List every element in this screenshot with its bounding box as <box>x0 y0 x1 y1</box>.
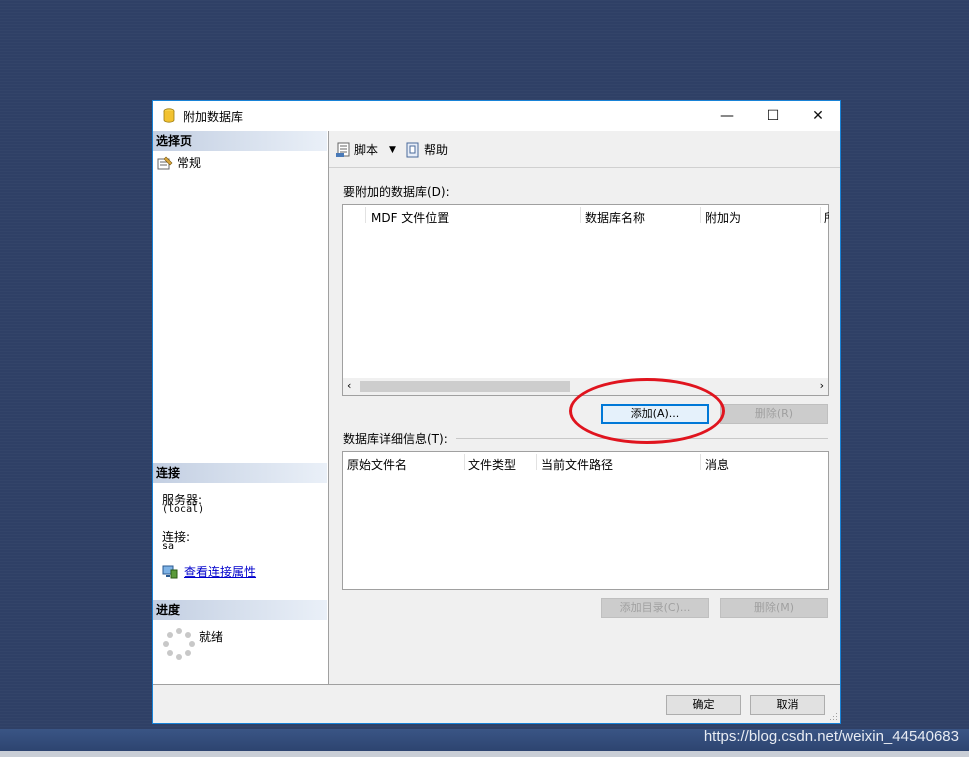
column-separator <box>700 207 701 223</box>
server-value: (local) <box>162 504 205 515</box>
left-pane: 选择页 常规 连接 服务器: (local) 连接: sa 查看连接属性 进度 <box>153 131 329 684</box>
ok-button[interactable]: 确定 <box>666 695 741 715</box>
add-catalog-button[interactable]: 添加目录(C)... <box>601 598 709 618</box>
select-page-header: 选择页 <box>153 131 327 151</box>
chevron-down-icon[interactable]: ▼ <box>389 145 396 155</box>
page-item-general[interactable]: 常规 <box>157 154 201 171</box>
database-details-list[interactable]: 原始文件名 文件类型 当前文件路径 消息 <box>342 451 829 590</box>
progress-spinner-icon <box>163 628 195 660</box>
script-icon <box>336 142 350 157</box>
maximize-button[interactable]: ☐ <box>750 101 796 131</box>
highlight-annotation <box>569 378 725 444</box>
scroll-right-icon[interactable]: › <box>820 379 824 392</box>
column-header-mdf-location[interactable]: MDF 文件位置 <box>371 209 449 226</box>
column-header-original-file[interactable]: 原始文件名 <box>347 456 407 473</box>
database-icon <box>163 108 175 123</box>
column-separator <box>365 207 366 223</box>
close-button[interactable]: ✕ <box>795 101 841 131</box>
script-label: 脚本 <box>354 143 379 157</box>
title-bar[interactable]: 附加数据库 — ☐ ✕ <box>153 101 840 131</box>
dialog-title: 附加数据库 <box>183 110 244 124</box>
progress-header: 进度 <box>153 600 327 620</box>
column-header-file-type[interactable]: 文件类型 <box>468 456 516 473</box>
connection-value: sa <box>162 541 175 552</box>
view-connection-properties-link[interactable]: 查看连接属性 <box>184 563 256 580</box>
column-header-message[interactable]: 消息 <box>705 456 729 473</box>
column-header-attach-as[interactable]: 附加为 <box>705 209 741 226</box>
attach-databases-label: 要附加的数据库(D): <box>343 185 450 199</box>
progress-status: 就绪 <box>199 630 224 644</box>
connection-header: 连接 <box>153 463 327 483</box>
column-header-current-path[interactable]: 当前文件路径 <box>541 456 613 473</box>
watermark: https://blog.csdn.net/weixin_44540683 <box>703 728 959 745</box>
properties-page-icon <box>157 156 173 169</box>
attach-database-dialog: 附加数据库 — ☐ ✕ 选择页 常规 连接 服务器: (local) 连接: s… <box>152 100 841 724</box>
column-separator <box>464 454 465 470</box>
view-connection-properties[interactable]: 查看连接属性 <box>162 563 256 580</box>
remove-attach-button[interactable]: 删除(R) <box>720 404 828 424</box>
scroll-left-icon[interactable]: ‹ <box>347 379 351 392</box>
resize-grip-icon[interactable] <box>830 713 838 721</box>
remove-details-button[interactable]: 删除(M) <box>720 598 828 618</box>
help-button[interactable]: 帮助 <box>405 141 448 158</box>
script-button[interactable]: 脚本 ▼ <box>335 141 396 158</box>
footer-divider <box>153 684 840 685</box>
column-separator <box>820 207 821 223</box>
help-label: 帮助 <box>424 143 449 157</box>
column-separator <box>580 207 581 223</box>
scrollbar-thumb[interactable] <box>360 381 570 392</box>
connection-properties-icon <box>162 565 178 578</box>
column-separator <box>536 454 537 470</box>
page-item-label: 常规 <box>177 156 202 170</box>
database-details-label: 数据库详细信息(T): <box>343 432 448 446</box>
help-icon <box>406 142 419 157</box>
attach-databases-list[interactable]: MDF 文件位置 数据库名称 附加为 所 ‹ › <box>342 204 829 396</box>
minimize-button[interactable]: — <box>704 101 750 131</box>
column-header-owner[interactable]: 所 <box>824 209 829 226</box>
toolbar: 脚本 ▼ 帮助 <box>329 131 840 168</box>
column-separator <box>700 454 701 470</box>
column-header-database-name[interactable]: 数据库名称 <box>585 209 645 226</box>
taskbar-edge <box>0 751 969 757</box>
cancel-button[interactable]: 取消 <box>750 695 825 715</box>
